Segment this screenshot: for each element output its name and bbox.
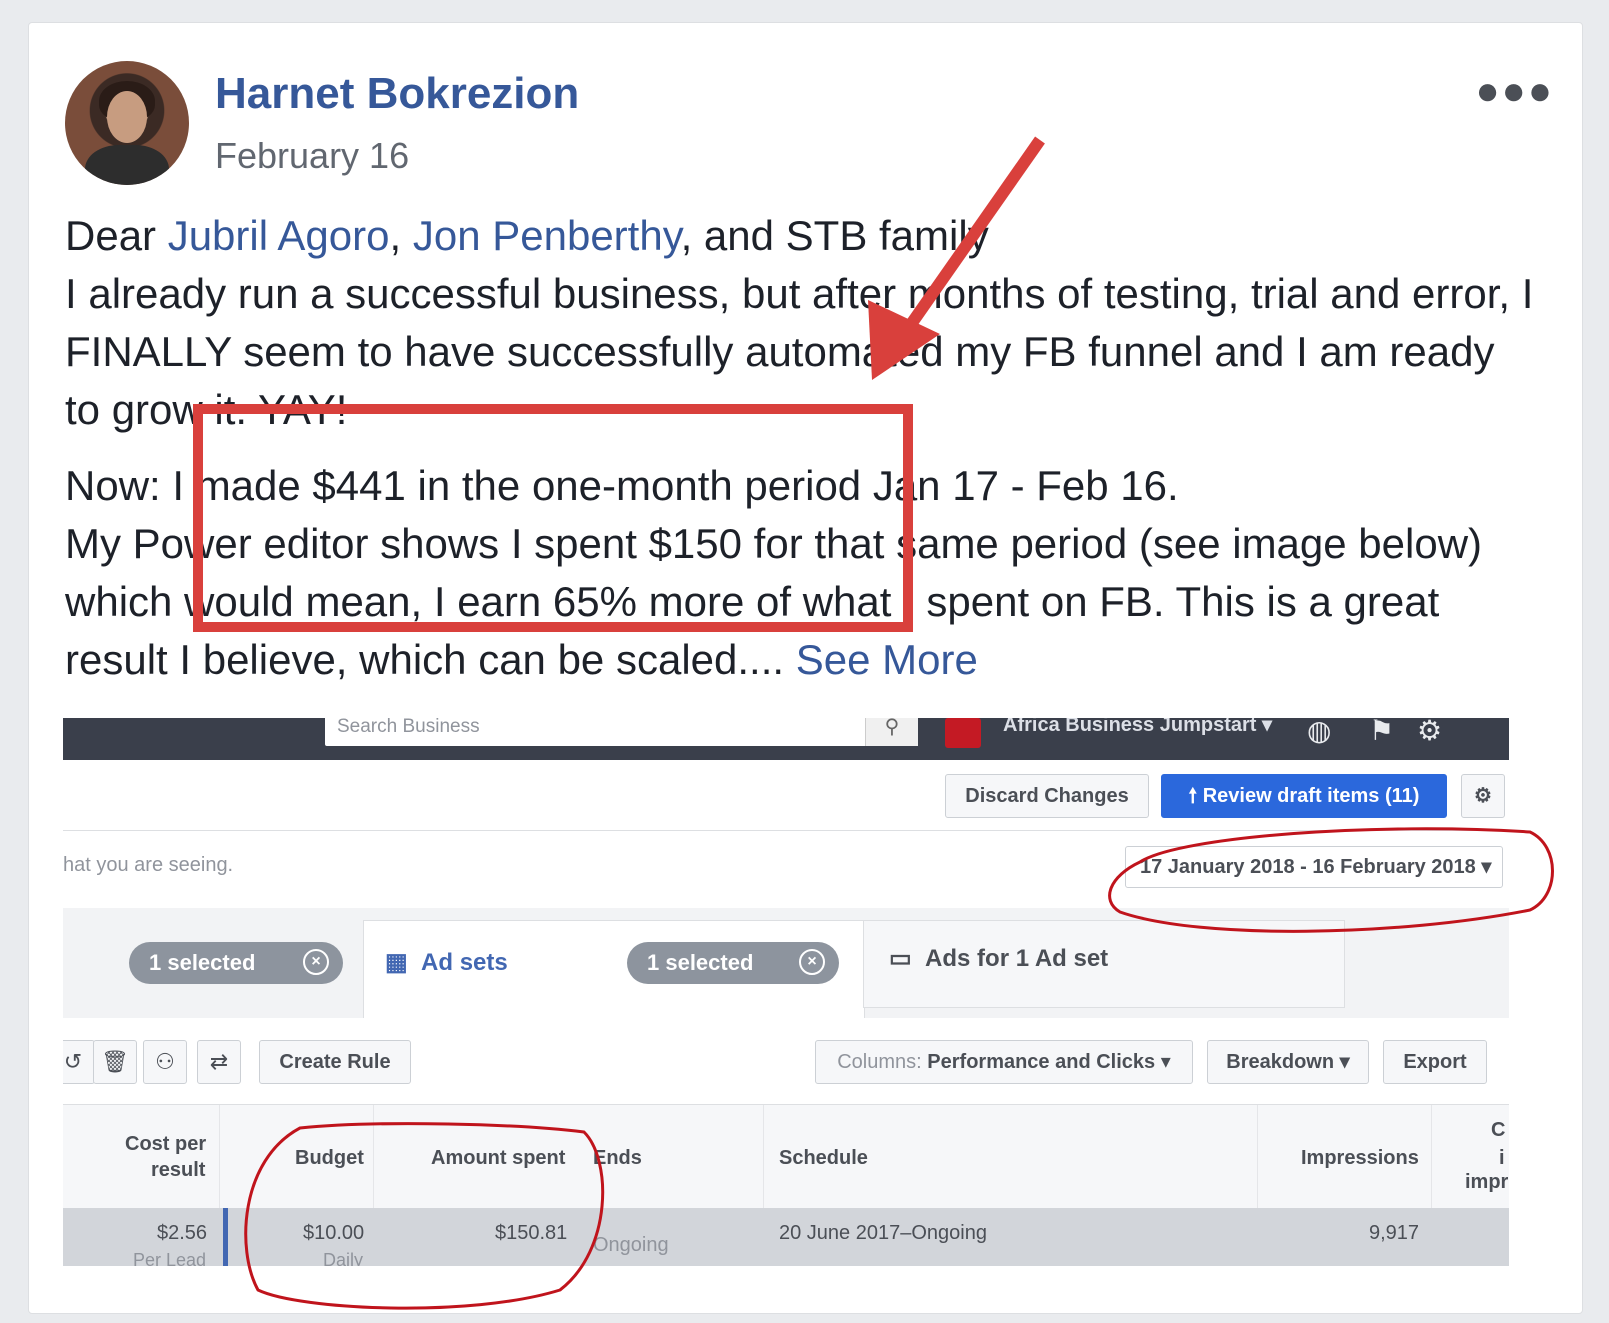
level-tabs: 1 selected × ▦ Ad sets 1 selected × ▭ Ads … bbox=[63, 908, 1509, 1019]
cell-cost-sub: Per Lead bbox=[133, 1250, 207, 1266]
cell-impressions: 9,917 bbox=[1369, 1222, 1420, 1244]
ads-manager-screenshot[interactable]: Search Business ⚲ Africa Business Jumpst… bbox=[63, 718, 1509, 1266]
avatar[interactable] bbox=[65, 61, 189, 185]
chevron-down-icon: ▾ bbox=[1160, 1051, 1171, 1073]
more-options-icon[interactable]: ●●● bbox=[1476, 69, 1554, 114]
header-cut-1: C bbox=[1491, 1119, 1506, 1141]
column-divider bbox=[1257, 1105, 1258, 1209]
breakdown-label: Breakdown bbox=[1226, 1051, 1335, 1073]
header-schedule: Schedule bbox=[779, 1147, 868, 1169]
cell-schedule: 20 June 2017–Ongoing bbox=[779, 1222, 987, 1244]
account-caret-icon: ▾ bbox=[1261, 718, 1273, 736]
clear-selection-icon: × bbox=[303, 949, 329, 975]
preview-icon: ⇄ bbox=[197, 1040, 241, 1084]
columns-prefix: Columns: bbox=[837, 1051, 922, 1073]
header-cut-2: i bbox=[1499, 1147, 1505, 1169]
hint-text: hat you are seeing. bbox=[63, 854, 234, 876]
ad-sets-label-text: Ad sets bbox=[421, 949, 508, 976]
greeting-separator: , bbox=[389, 212, 413, 259]
cell-budget: $10.00 bbox=[303, 1222, 365, 1244]
divider bbox=[63, 830, 1509, 831]
gear-icon: ⚙ bbox=[1417, 718, 1443, 746]
table-header: Cost per result Budget Amount spent Ends… bbox=[63, 1104, 1509, 1209]
ad-sets-tab-label: ▦ Ad sets bbox=[385, 948, 508, 977]
table-row: $2.56 Per Lead $10.00 Daily $150.81 Ongo… bbox=[63, 1208, 1509, 1266]
account-name-text: Africa Business Jumpstart bbox=[1003, 718, 1257, 736]
search-business-input: Search Business bbox=[325, 718, 903, 746]
annotation-box bbox=[193, 404, 913, 632]
cell-ends: Ongoing bbox=[593, 1234, 669, 1256]
settings-gear-icon: ⚙ bbox=[1461, 774, 1505, 818]
chevron-down-icon: ▾ bbox=[1339, 1051, 1350, 1073]
see-more-link[interactable]: See More bbox=[796, 636, 978, 683]
column-divider bbox=[373, 1105, 374, 1209]
grid-icon: ▦ bbox=[385, 949, 408, 976]
header-cost-per-result-1: Cost per bbox=[125, 1133, 207, 1155]
discard-changes-button: Discard Changes bbox=[945, 774, 1149, 818]
column-divider bbox=[219, 1105, 220, 1209]
adset-selected-chip: 1 selected × bbox=[627, 942, 839, 984]
mention-jubril[interactable]: Jubril Agoro bbox=[168, 212, 390, 259]
columns-dropdown: Columns: Performance and Clicks ▾ bbox=[815, 1040, 1193, 1084]
campaign-selected-chip: 1 selected × bbox=[129, 942, 343, 984]
date-range-text: 17 January 2018 - 16 February 2018 bbox=[1140, 856, 1476, 878]
chip-label: 1 selected bbox=[647, 950, 754, 975]
greeting-line: Dear Jubril Agoro, Jon Penberthy, and ST… bbox=[65, 207, 1535, 265]
date-range-picker: 17 January 2018 - 16 February 2018 ▾ bbox=[1125, 846, 1503, 888]
row-selected-indicator bbox=[223, 1208, 228, 1266]
header-cost-per-result-2: result bbox=[151, 1159, 206, 1181]
account-name: Africa Business Jumpstart ▾ bbox=[1003, 718, 1272, 737]
avatar-face bbox=[107, 91, 147, 143]
create-rule-button: Create Rule bbox=[259, 1040, 411, 1084]
delete-icon: 🗑 bbox=[93, 1040, 137, 1084]
undo-icon: ↺ bbox=[63, 1040, 95, 1084]
chip-label: 1 selected bbox=[149, 950, 256, 975]
ab-test-icon: ⚇ bbox=[143, 1040, 187, 1084]
header-ends: Ends bbox=[593, 1147, 642, 1169]
header-impressions: Impressions bbox=[1301, 1147, 1419, 1169]
column-divider bbox=[1431, 1105, 1432, 1209]
cell-cost: $2.56 bbox=[157, 1222, 208, 1244]
ads-tab-label: ▭ Ads for 1 Ad set bbox=[889, 944, 1108, 973]
export-button: Export bbox=[1383, 1040, 1487, 1084]
greeting-suffix: , and STB family bbox=[680, 212, 989, 259]
account-logo bbox=[945, 718, 981, 748]
column-divider bbox=[763, 1105, 764, 1209]
ads-label-text: Ads for 1 Ad set bbox=[925, 945, 1109, 972]
header-amount-spent: Amount spent bbox=[431, 1147, 566, 1169]
chevron-down-icon: ▾ bbox=[1481, 856, 1492, 878]
globe-icon: ◍ bbox=[1307, 718, 1332, 746]
post-card: Harnet Bokrezion February 16 ●●● Dear Ju… bbox=[28, 22, 1583, 1314]
author-name[interactable]: Harnet Bokrezion bbox=[215, 69, 579, 119]
columns-value: Performance and Clicks bbox=[927, 1051, 1156, 1073]
search-icon: ⚲ bbox=[865, 718, 918, 746]
header-cut-3: impr bbox=[1465, 1171, 1509, 1193]
clear-selection-icon: × bbox=[799, 949, 825, 975]
cell-budget-sub: Daily bbox=[323, 1250, 364, 1266]
breakdown-dropdown: Breakdown ▾ bbox=[1207, 1040, 1369, 1084]
avatar-body bbox=[85, 145, 169, 185]
flag-icon: ⚑ bbox=[1369, 718, 1395, 746]
review-draft-label: Review draft items (11) bbox=[1202, 785, 1420, 807]
table-toolbar: ↺ 🗑 ⚇ ⇄ Create Rule Columns: Performance… bbox=[63, 1018, 1509, 1104]
mention-jon[interactable]: Jon Penberthy bbox=[413, 212, 681, 259]
greeting-prefix: Dear bbox=[65, 212, 168, 259]
post-date[interactable]: February 16 bbox=[215, 135, 409, 177]
upload-arrow-icon: 🠕 bbox=[1188, 785, 1198, 807]
ad-preview-icon: ▭ bbox=[889, 945, 912, 972]
review-draft-button: 🠕 Review draft items (11) bbox=[1161, 774, 1447, 818]
header-budget: Budget bbox=[295, 1147, 364, 1169]
cell-amount-spent: $150.81 bbox=[495, 1222, 568, 1244]
